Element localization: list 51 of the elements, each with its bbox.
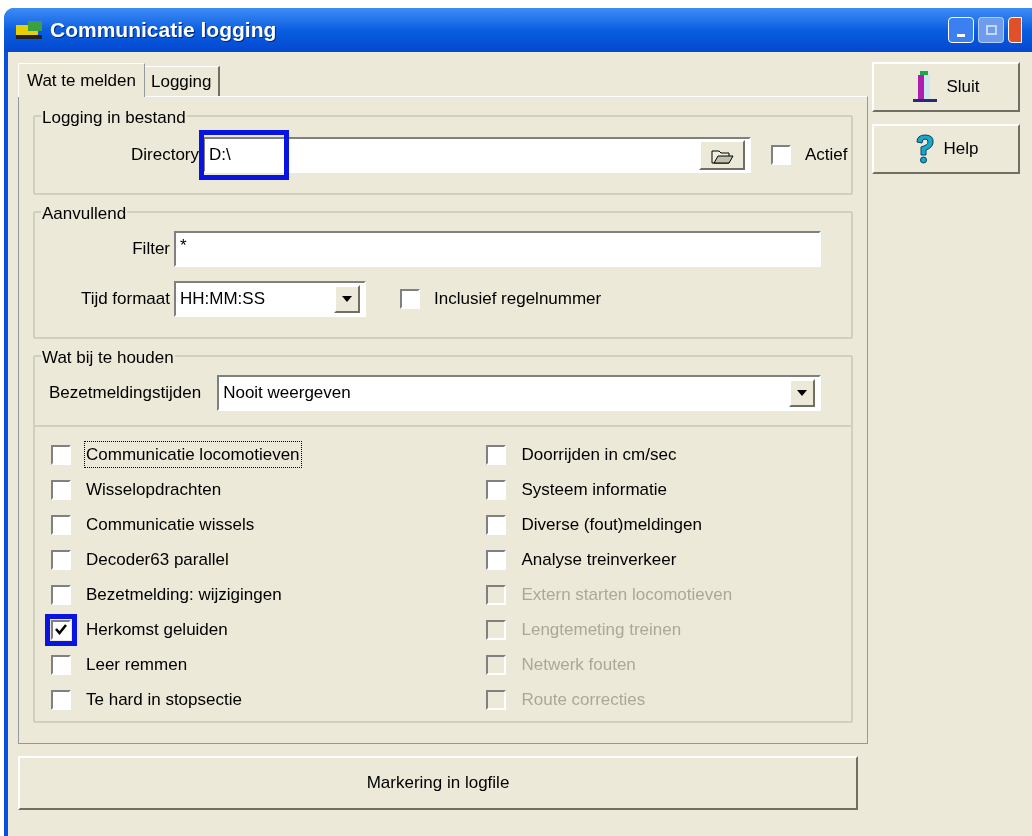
dropdown[interactable]: Nooit weergeven: [217, 375, 821, 411]
dropdown[interactable]: HH:MM:SS: [174, 281, 366, 317]
checkbox[interactable]: [51, 549, 71, 570]
checkbox[interactable]: [51, 479, 71, 500]
marker-button[interactable]: Markering in logfile: [18, 756, 858, 810]
close-button[interactable]: [1008, 17, 1022, 43]
checkbox[interactable]: [486, 479, 507, 500]
tab[interactable]: Logging: [145, 66, 220, 96]
caret-icon: [342, 296, 352, 302]
checkmark-icon: [55, 624, 67, 635]
help-icon: [913, 133, 936, 165]
close-button[interactable]: Sluit: [872, 62, 1020, 112]
field-label: Filter: [131, 238, 170, 261]
checkbox-label[interactable]: Decoder63 parallel: [85, 546, 230, 573]
checkbox-label[interactable]: Leer remmen: [85, 651, 189, 678]
checkbox-label[interactable]: Te hard in stopsectie: [85, 686, 243, 713]
caret-icon: [797, 390, 807, 396]
checkbox[interactable]: [400, 289, 420, 309]
browse-button[interactable]: [699, 140, 745, 170]
checkbox-label[interactable]: Actief: [805, 142, 848, 168]
locomotive-icon: [14, 19, 44, 41]
filter-field[interactable]: *: [174, 231, 821, 267]
checkbox-label[interactable]: Systeem informatie: [520, 476, 668, 503]
checkbox[interactable]: [51, 654, 71, 675]
checkbox-label[interactable]: Bezetmelding: wijzigingen: [85, 581, 283, 608]
checkbox-label[interactable]: Communicatie wissels: [85, 511, 256, 538]
minimize-button[interactable]: [948, 17, 974, 43]
field-label: Bezetmeldingstijden: [49, 382, 202, 405]
checkbox-label[interactable]: Herkomst geluiden: [85, 616, 229, 643]
checkbox-label[interactable]: Communicatie locomotieven: [85, 441, 301, 468]
checkbox[interactable]: [486, 514, 507, 535]
checkbox[interactable]: [486, 444, 507, 465]
checkbox[interactable]: [51, 444, 71, 465]
checkbox-label[interactable]: Analyse treinverkeer: [520, 546, 678, 573]
checkbox-label[interactable]: Inclusief regelnummer: [434, 286, 602, 312]
checkbox[interactable]: [51, 619, 71, 640]
checkbox-label[interactable]: Wisselopdrachten: [85, 476, 223, 503]
checkbox[interactable]: [51, 689, 71, 710]
checkbox[interactable]: [51, 584, 71, 605]
directory-field[interactable]: D:\: [203, 137, 751, 173]
checkbox[interactable]: [486, 549, 507, 570]
field-label: Tijd formaat: [79, 288, 170, 311]
help-button[interactable]: Help: [872, 124, 1020, 174]
door-icon: [912, 70, 939, 104]
checkbox[interactable]: [771, 145, 791, 165]
window-title: Communicatie logging: [50, 17, 277, 44]
checkbox[interactable]: [51, 514, 71, 535]
checkbox-label[interactable]: Diverse (fout)meldingen: [520, 511, 703, 538]
tab[interactable]: Wat te melden: [18, 63, 145, 97]
field-label: Directory: [131, 144, 199, 167]
checkbox-label[interactable]: Doorrijden in cm/sec: [520, 441, 678, 468]
